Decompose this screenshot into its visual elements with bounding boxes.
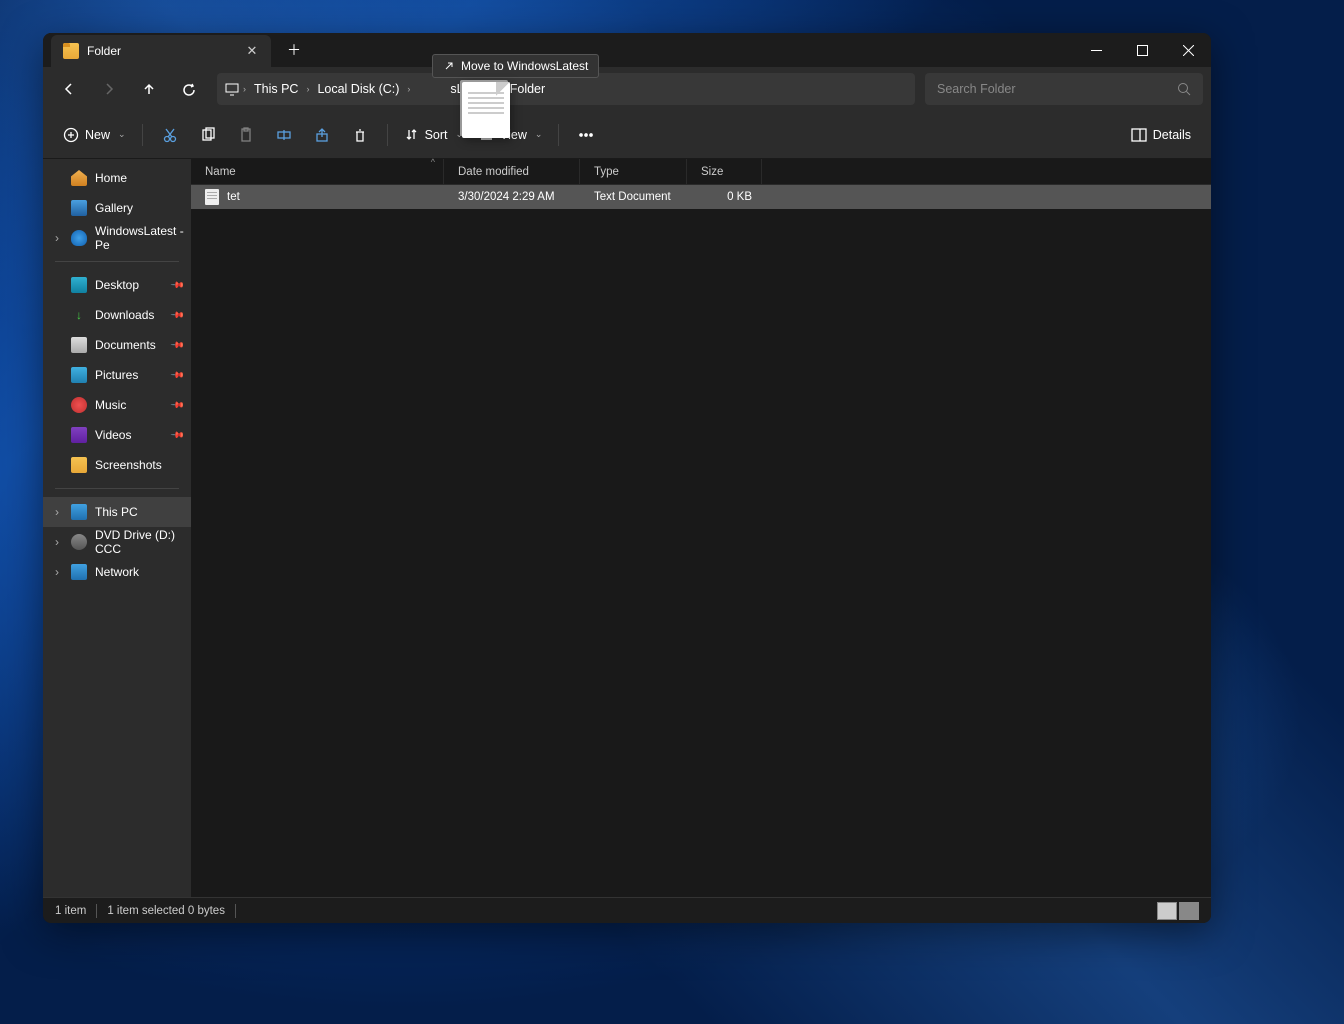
sidebar-item-pictures[interactable]: Pictures📌 [43,360,191,390]
chevron-down-icon: ⌄ [118,129,126,140]
sidebar-item-screenshots[interactable]: Screenshots [43,450,191,480]
sidebar-item-documents[interactable]: Documents📌 [43,330,191,360]
network-icon [71,564,87,580]
drag-document-icon [462,82,510,138]
column-header-type[interactable]: Type [580,159,687,184]
breadcrumb-thispc[interactable]: This PC [246,82,306,96]
separator [55,488,179,489]
pin-icon: 📌 [170,427,186,443]
refresh-button[interactable] [171,73,207,105]
separator [387,124,388,146]
monitor-icon [225,82,239,96]
navigation-pane: Home Gallery WindowsLatest - Pe Desktop📌… [43,159,191,897]
folder-icon [63,43,79,59]
search-placeholder: Search Folder [937,82,1016,96]
sidebar-item-dvd[interactable]: DVD Drive (D:) CCC [43,527,191,557]
titlebar[interactable]: Folder ✕ ＋ [43,33,1211,67]
drag-tooltip: Move to WindowsLatest [432,54,599,78]
pin-icon: 📌 [170,397,186,413]
maximize-button[interactable] [1119,33,1165,67]
search-icon [1177,82,1191,96]
rename-button[interactable] [265,119,303,151]
file-name-cell: tet [191,189,444,205]
sidebar-item-gallery[interactable]: Gallery [43,193,191,223]
download-icon [71,307,87,323]
file-row[interactable]: tet 3/30/2024 2:29 AM Text Document 0 KB [191,185,1211,209]
music-icon [71,397,87,413]
folder-icon [71,457,87,473]
cloud-icon [71,230,87,246]
file-type-cell: Text Document [580,191,687,203]
tab-title: Folder [87,44,121,58]
separator [55,261,179,262]
separator [142,124,143,146]
sidebar-item-music[interactable]: Music📌 [43,390,191,420]
details-view-toggle[interactable] [1157,902,1177,920]
separator [558,124,559,146]
file-list[interactable]: tet 3/30/2024 2:29 AM Text Document 0 KB [191,185,1211,897]
pin-icon: 📌 [170,367,186,383]
videos-icon [71,427,87,443]
tab-folder[interactable]: Folder ✕ [51,35,271,67]
sidebar-item-network[interactable]: Network [43,557,191,587]
sidebar-item-videos[interactable]: Videos📌 [43,420,191,450]
sidebar-item-home[interactable]: Home [43,163,191,193]
column-header-size[interactable]: Size [687,159,762,184]
separator [96,904,97,918]
column-header-name[interactable]: Name [191,159,444,184]
back-button[interactable] [51,73,87,105]
more-button[interactable] [567,119,605,151]
separator [235,904,236,918]
new-button[interactable]: New⌄ [55,119,134,151]
delete-button[interactable] [341,119,379,151]
column-header-modified[interactable]: Date modified [444,159,580,184]
selection-info: 1 item selected 0 bytes [107,905,225,917]
sidebar-item-downloads[interactable]: Downloads📌 [43,300,191,330]
copy-button[interactable] [189,119,227,151]
breadcrumb-localdisk[interactable]: Local Disk (C:) [309,82,407,96]
drag-overlay: Move to WindowsLatest [432,52,480,108]
item-count: 1 item [55,905,86,917]
disc-icon [71,534,87,550]
pin-icon: 📌 [170,277,186,293]
window-controls [1073,33,1211,67]
sidebar-item-desktop[interactable]: Desktop📌 [43,270,191,300]
up-button[interactable] [131,73,167,105]
move-arrow-icon [443,60,455,72]
pin-icon: 📌 [170,307,186,323]
file-size-cell: 0 KB [687,191,762,203]
navbar: › This PC › Local Disk (C:) › sLatest › … [43,67,1211,111]
column-headers: Name Date modified Type Size [191,159,1211,185]
share-button[interactable] [303,119,341,151]
close-window-button[interactable] [1165,33,1211,67]
sidebar-item-thispc[interactable]: This PC [43,497,191,527]
new-tab-button[interactable]: ＋ [279,35,309,65]
close-tab-button[interactable]: ✕ [245,44,259,58]
minimize-button[interactable] [1073,33,1119,67]
desktop-icon [71,277,87,293]
home-icon [71,170,87,186]
sidebar-item-onedrive[interactable]: WindowsLatest - Pe [43,223,191,253]
file-explorer-window: Folder ✕ ＋ › This PC › Local Disk (C:) ›… [43,33,1211,923]
chevron-down-icon: ⌄ [535,129,543,140]
file-list-pane: Name Date modified Type Size tet 3/30/20… [191,159,1211,897]
gallery-icon [71,200,87,216]
search-input[interactable]: Search Folder [925,73,1203,105]
documents-icon [71,337,87,353]
paste-button[interactable] [227,119,265,151]
toolbar: New⌄ Sort⌄ View⌄ Details [43,111,1211,159]
status-bar: 1 item 1 item selected 0 bytes [43,897,1211,923]
sort-button[interactable]: Sort⌄ [396,119,471,151]
pictures-icon [71,367,87,383]
forward-button[interactable] [91,73,127,105]
file-modified-cell: 3/30/2024 2:29 AM [444,191,580,203]
cut-button[interactable] [151,119,189,151]
text-file-icon [205,189,219,205]
pc-icon [71,504,87,520]
thumbnails-view-toggle[interactable] [1179,902,1199,920]
details-pane-button[interactable]: Details [1123,119,1199,151]
pin-icon: 📌 [170,337,186,353]
view-toggles [1157,902,1199,920]
